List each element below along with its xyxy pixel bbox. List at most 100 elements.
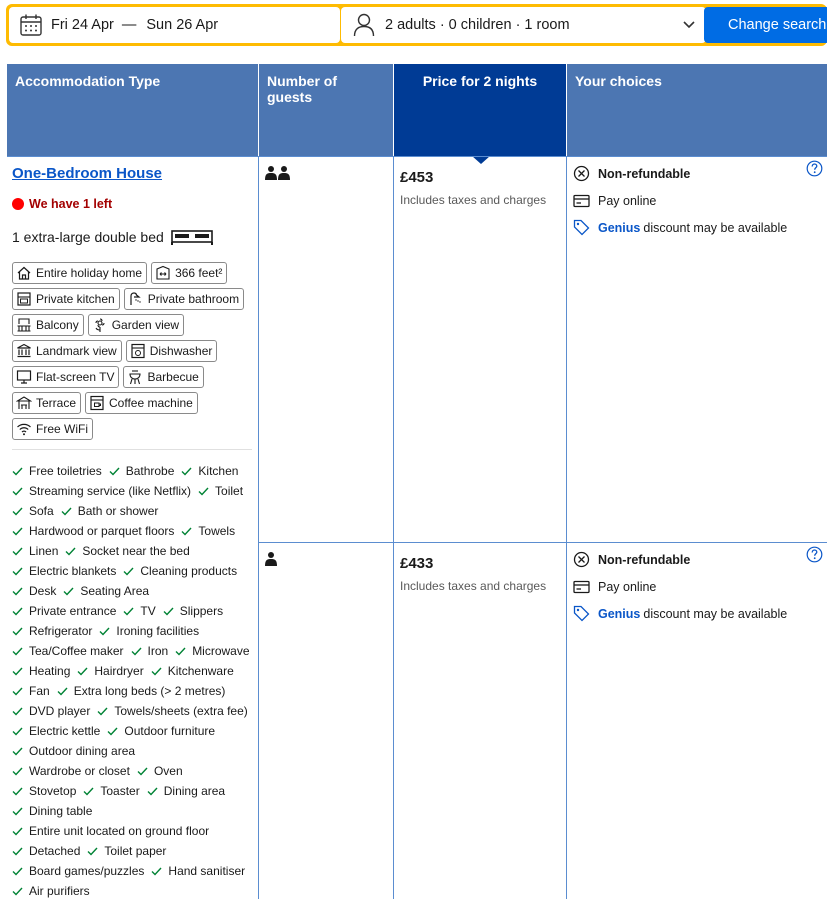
payment-text: Pay online [598, 193, 657, 208]
facility-label: Dishwasher [149, 344, 213, 358]
amenity-item: Fan [12, 684, 50, 698]
change-search-button[interactable]: Change search [704, 7, 827, 43]
amenity-label: Tea/Coffee maker [29, 644, 124, 658]
price: £433 [400, 555, 434, 572]
amenity-label: Toilet paper [104, 844, 167, 858]
tag-icon [573, 219, 590, 236]
checkmark-icon [137, 767, 148, 776]
facility-label: Free WiFi [36, 422, 88, 436]
facility-label: Coffee machine [109, 396, 193, 410]
date-picker[interactable]: Fri 24 Apr — Sun 26 Apr [9, 7, 340, 43]
checkmark-icon [151, 867, 162, 876]
kitchen-icon [17, 292, 31, 306]
checkmark-icon [77, 667, 88, 676]
amenity-row: Free toiletries Bathrobe Kitchen [12, 461, 256, 481]
amenity-label: Kitchenware [167, 664, 234, 678]
checkmark-icon [12, 847, 23, 856]
guests-selector[interactable]: 2 adults · 0 children · 1 room [341, 7, 706, 43]
amenity-label: Refrigerator [29, 624, 93, 638]
amenity-row: Private entrance TV Slippers [12, 601, 256, 621]
amenity-row: Entire unit located on ground floor [12, 821, 256, 841]
amenity-row: DVD player Towels/sheets (extra fee) [12, 701, 256, 721]
amenity-row: Tea/Coffee maker Iron Microwave [12, 641, 256, 661]
amenity-item: Wardrobe or closet [12, 764, 130, 778]
facility-chip-garden-view: Garden view [87, 314, 185, 336]
checkmark-icon [123, 607, 134, 616]
amenity-item: Cleaning products [123, 564, 237, 578]
amenity-item: Stovetop [12, 784, 76, 798]
checkmark-icon [12, 587, 23, 596]
amenity-label: Private entrance [29, 604, 117, 618]
amenity-row: Heating Hairdryer Kitchenware [12, 661, 256, 681]
amenity-item: TV [123, 604, 156, 618]
dishwasher-icon [131, 343, 145, 359]
facility-label: Landmark view [36, 344, 117, 358]
amenity-item: Streaming service (like Netflix) [12, 484, 191, 498]
amenity-row: Stovetop Toaster Dining area [12, 781, 256, 801]
amenity-item: Detached [12, 844, 80, 858]
checkmark-icon [151, 667, 162, 676]
genius-discount: Genius discount may be available [573, 214, 827, 241]
checkmark-icon [12, 747, 23, 756]
refund-policy: Non-refundable [573, 160, 827, 187]
amenity-row: Detached Toilet paper [12, 841, 256, 861]
facility-row: Balcony Garden view [12, 314, 252, 336]
amenity-label: Electric blankets [29, 564, 117, 578]
amenity-label: Toaster [100, 784, 140, 798]
double-bed-icon [170, 230, 213, 245]
tag-icon [573, 605, 590, 622]
amenity-item: Free toiletries [12, 464, 102, 478]
amenity-item: Heating [12, 664, 70, 678]
checkmark-icon [12, 867, 23, 876]
room-name-link[interactable]: One-Bedroom House [12, 165, 162, 182]
shower-icon [130, 292, 141, 305]
facility-label: Garden view [111, 318, 180, 332]
amenity-item: Slippers [163, 604, 223, 618]
amenity-item: Iron [131, 644, 169, 658]
amenity-item: Socket near the bed [65, 544, 190, 558]
amenity-label: Electric kettle [29, 724, 101, 738]
facility-chip-free-wifi: Free WiFi [12, 418, 93, 440]
column-divider [566, 156, 567, 899]
header-price[interactable]: Price for 2 nights [394, 64, 566, 156]
check-out-date: Sun 26 Apr [146, 17, 219, 33]
amenity-item: Electric blankets [12, 564, 116, 578]
facility-chip-private-kitchen: Private kitchen [12, 288, 120, 310]
checkmark-icon [181, 467, 192, 476]
sort-indicator [472, 156, 490, 164]
amenity-label: Detached [29, 844, 81, 858]
amenity-item: Toilet [198, 484, 243, 498]
facility-label: 366 feet² [175, 266, 223, 280]
wifi-icon [17, 423, 31, 436]
amenity-row: Board games/puzzles Hand sanitiser [12, 861, 256, 881]
refund-text: Non-refundable [598, 166, 691, 181]
amenity-label: Iron [147, 644, 169, 658]
amenity-item: Electric kettle [12, 724, 100, 738]
facility-label: Private kitchen [36, 292, 115, 306]
facility-chip-private-bathroom: Private bathroom [123, 288, 245, 310]
help-icon[interactable] [806, 546, 823, 563]
price: £453 [400, 169, 434, 186]
checkmark-icon [99, 627, 110, 636]
facility-label: Barbecue [147, 370, 199, 384]
checkmark-icon [147, 787, 158, 796]
help-icon[interactable] [806, 160, 823, 177]
amenity-label: Wardrobe or closet [29, 764, 130, 778]
checkmark-icon [12, 727, 23, 736]
facility-chips: Entire holiday home 366 feet² Private kitc… [12, 262, 252, 444]
checkmark-icon [97, 707, 108, 716]
header-divider [7, 156, 827, 157]
amenity-item: Dining area [147, 784, 225, 798]
checkmark-icon [12, 707, 23, 716]
person-icon [353, 13, 375, 37]
checkmark-icon [131, 647, 142, 656]
amenity-item: Refrigerator [12, 624, 92, 638]
facility-chip-barbecue: Barbecue [123, 366, 204, 388]
checkmark-icon [163, 607, 174, 616]
choices-cell: Non-refundable Pay online Genius discoun… [573, 160, 827, 241]
amenity-item: Private entrance [12, 604, 116, 618]
genius-label: Genius [598, 606, 641, 621]
amenity-label: Streaming service (like Netflix) [29, 484, 192, 498]
amenity-label: Bathrobe [125, 464, 175, 478]
terrace-icon [16, 396, 32, 409]
